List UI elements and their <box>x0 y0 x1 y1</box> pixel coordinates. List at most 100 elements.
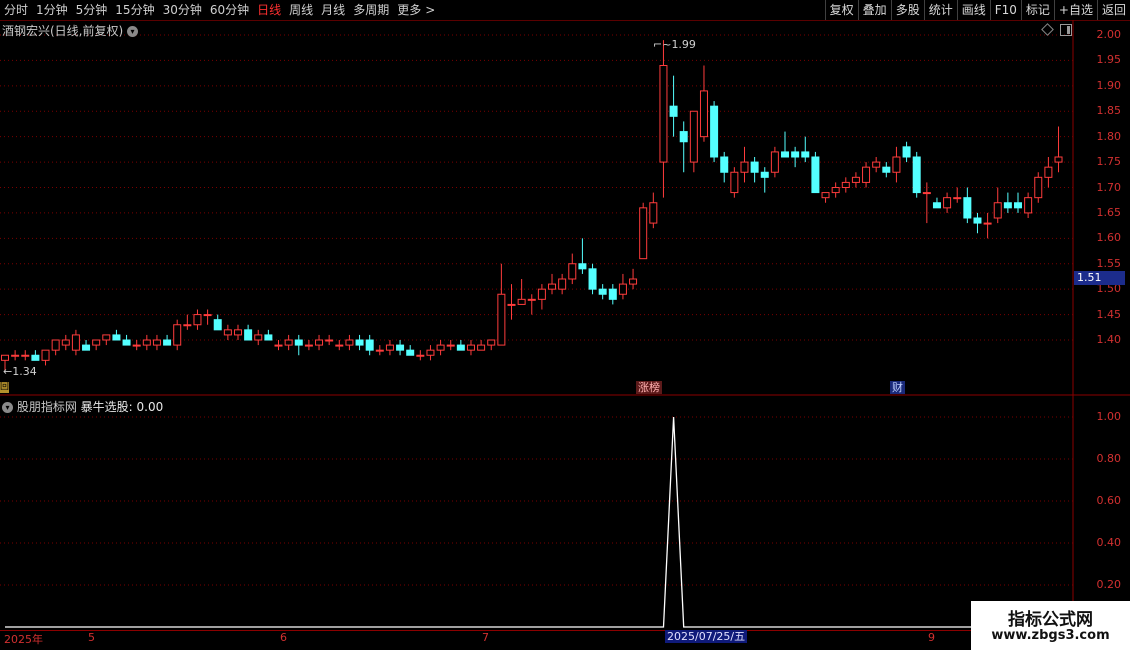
candle-body <box>912 156 921 194</box>
candle-body <box>132 344 141 347</box>
high-annotation: ⌐~1.99 <box>653 38 696 51</box>
indicator-name: 暴牛选股: <box>80 400 133 414</box>
candle-body <box>41 349 50 361</box>
candle-body <box>517 298 526 305</box>
indicator-tick-label: 1.00 <box>1096 410 1122 423</box>
candle-body <box>872 161 881 168</box>
candle-body <box>750 161 759 173</box>
candle-body <box>922 192 931 195</box>
candle-body <box>112 334 121 341</box>
left-marker[interactable]: 回 <box>0 382 9 393</box>
candle-body <box>264 334 273 341</box>
watermark-url: www.zbgs3.com <box>991 628 1110 643</box>
candle-body <box>558 278 567 290</box>
candle-body <box>61 339 70 346</box>
event-badge-finance[interactable]: 财 <box>890 381 905 394</box>
candle-body <box>892 156 901 173</box>
candle-body <box>213 319 222 331</box>
candle-body <box>203 314 212 317</box>
price-tick-label: 1.95 <box>1096 53 1122 67</box>
price-tick-label: 1.85 <box>1096 104 1122 118</box>
candle-body <box>284 339 293 346</box>
candle-body <box>375 349 384 352</box>
chevron-down-icon[interactable]: ▾ <box>2 402 13 413</box>
candle-body <box>406 349 415 356</box>
candle-body <box>740 161 749 173</box>
watermark-title: 指标公式网 <box>1008 610 1093 630</box>
candle-body <box>51 339 60 351</box>
kline-chart[interactable] <box>0 0 1130 650</box>
candle-body <box>11 354 20 357</box>
date-label-jul: 7 <box>482 631 489 644</box>
low-annotation: ←1.34 <box>3 365 37 378</box>
candle-body <box>21 354 30 357</box>
price-tick-label: 1.65 <box>1096 205 1122 219</box>
candle-body <box>497 293 506 346</box>
candle-body <box>244 329 253 341</box>
candle-body <box>699 90 708 138</box>
candle-body <box>811 156 820 194</box>
candle-body <box>1003 202 1012 209</box>
price-tick-label: 2.00 <box>1096 28 1122 41</box>
candle-body <box>173 324 182 346</box>
candle-body <box>122 339 131 346</box>
candle-body <box>882 166 891 173</box>
price-tick-label: 1.60 <box>1096 231 1122 245</box>
candle-body <box>396 344 405 351</box>
price-tick-label: 1.80 <box>1096 129 1122 143</box>
main-panel-title[interactable]: 酒钢宏兴(日线,前复权) ▾ <box>2 22 139 39</box>
chevron-down-icon[interactable]: ▾ <box>127 26 139 37</box>
indicator-tick-label: 0.80 <box>1096 452 1122 465</box>
candle-body <box>537 288 546 300</box>
candle-body <box>1 354 9 361</box>
candle-body <box>629 278 638 285</box>
candle-body <box>851 176 860 183</box>
event-badge-limit-up[interactable]: 涨榜 <box>636 381 662 394</box>
candle-body <box>953 197 962 200</box>
candle-body <box>233 329 242 336</box>
candle-body <box>466 344 475 351</box>
candle-body <box>385 344 394 351</box>
candle-body <box>760 171 769 178</box>
indicator-panel-title[interactable]: ▾ 股朋指标网 暴牛选股: 0.00 <box>2 398 163 415</box>
candle-body <box>31 354 40 361</box>
candle-body <box>325 339 334 342</box>
candle-body <box>588 268 597 290</box>
candle-body <box>71 334 80 351</box>
price-tick-label: 1.55 <box>1096 256 1122 270</box>
candle-body <box>781 151 790 158</box>
candle-body <box>193 314 202 326</box>
candle-body <box>1044 166 1053 178</box>
indicator-tick-label: 0.40 <box>1096 536 1122 549</box>
candle-body <box>770 151 779 173</box>
panel-layout-icon[interactable] <box>1060 24 1072 36</box>
date-label-may: 5 <box>88 631 95 644</box>
candle-body <box>983 222 992 225</box>
candle-body <box>862 166 871 183</box>
candle-body <box>791 151 800 158</box>
candle-body <box>902 146 911 158</box>
date-label-jun: 6 <box>280 631 287 644</box>
candle-body <box>456 344 465 351</box>
candle-body <box>1014 202 1022 209</box>
candle-body <box>568 263 577 280</box>
candle-body <box>710 105 719 158</box>
candle-body <box>152 339 161 346</box>
candle-body <box>679 131 688 143</box>
candle-body <box>446 344 455 347</box>
candle-body <box>487 339 496 346</box>
candle-body <box>649 202 658 224</box>
low-arrow-icon: ← <box>3 365 13 378</box>
candle-body <box>841 181 850 189</box>
candle-body <box>254 334 263 341</box>
low-value: 1.34 <box>12 365 37 378</box>
candle-body <box>183 324 192 327</box>
candle-body <box>943 197 952 209</box>
candle-body <box>1054 156 1063 163</box>
high-arrow-icon: ⌐~ <box>653 38 672 51</box>
date-label-year: 2025年 <box>4 633 43 646</box>
candle-body <box>477 344 486 351</box>
candle-body <box>598 288 607 295</box>
stock-title: 酒钢宏兴(日线,前复权) <box>2 24 124 38</box>
price-tick-label: 1.75 <box>1096 155 1122 169</box>
